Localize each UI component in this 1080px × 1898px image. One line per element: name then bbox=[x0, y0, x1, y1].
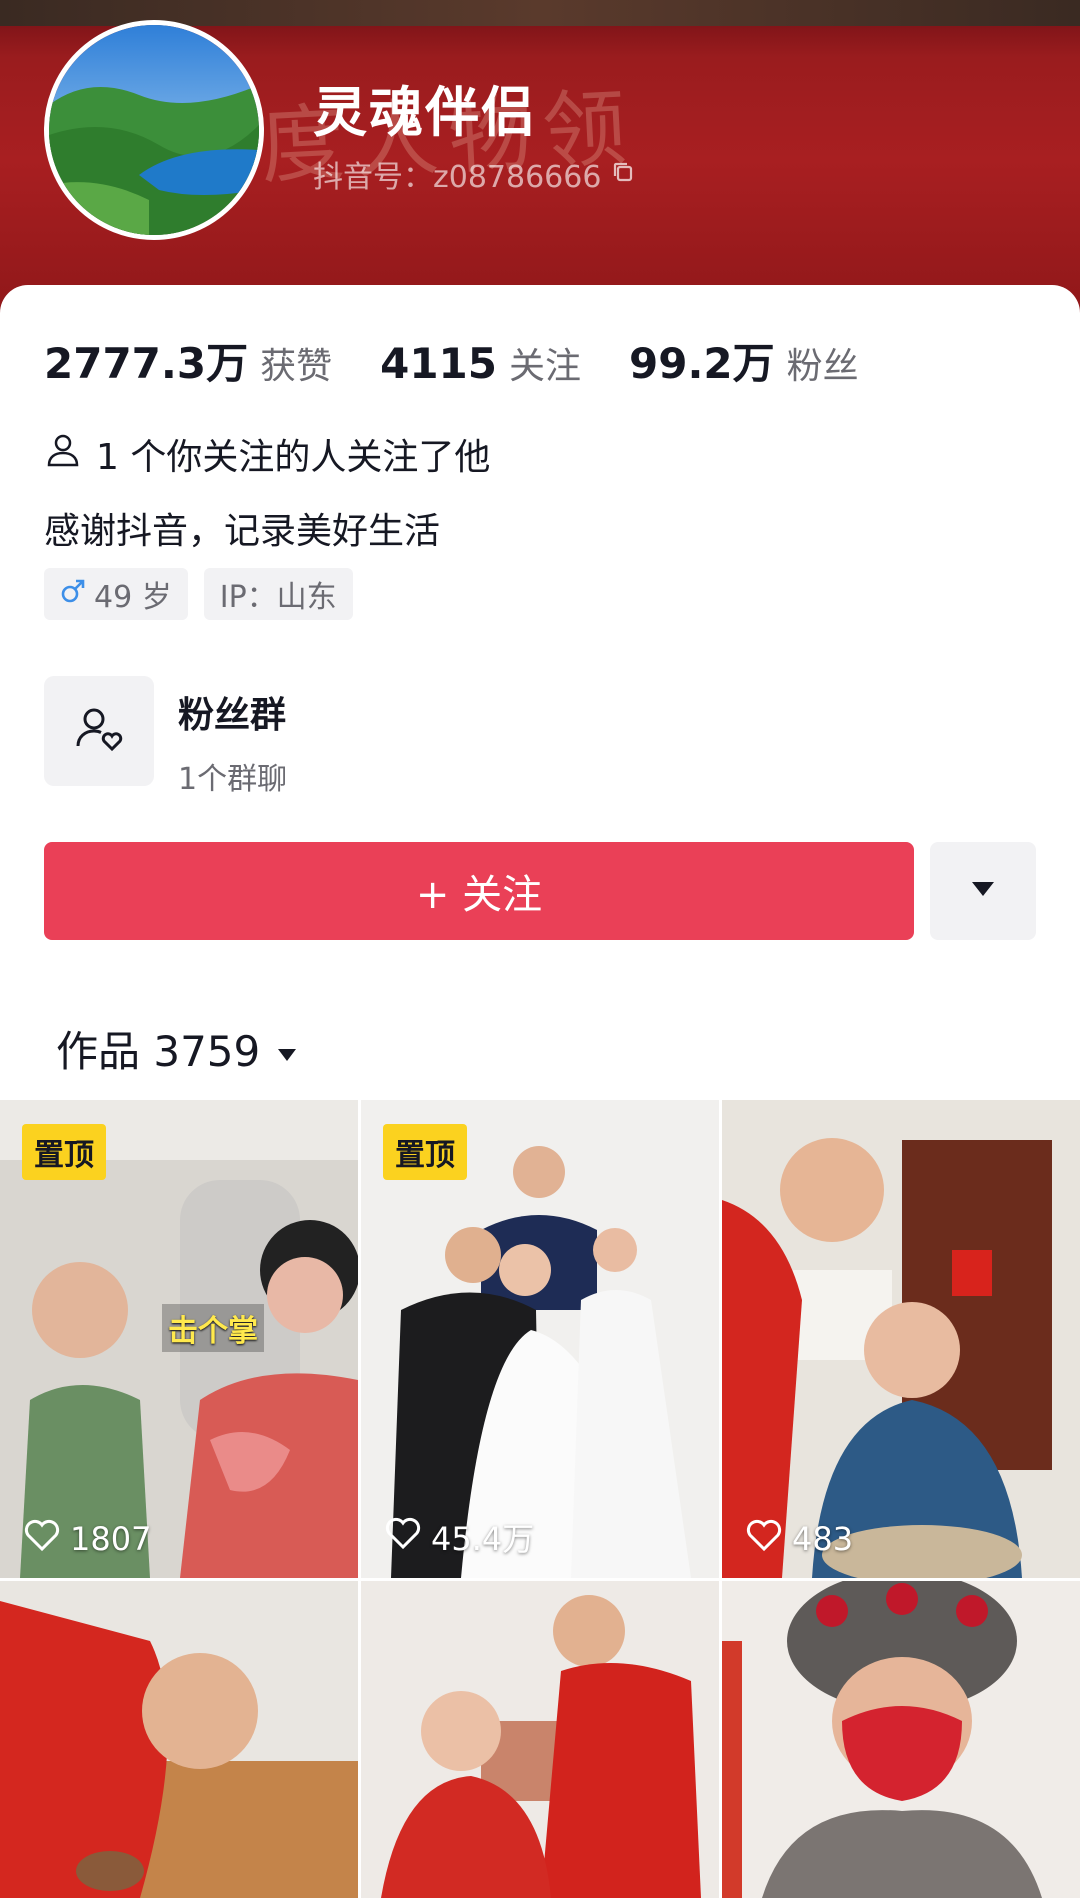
video-grid: 置顶 击个掌 1807 置顶 45.4万 483 bbox=[0, 1100, 1080, 1898]
video-likes: 1807 bbox=[24, 1518, 151, 1560]
stats-row: 2777.3万 获赞 4115 关注 99.2万 粉丝 bbox=[44, 330, 907, 391]
works-tab-label: 作品 3759 bbox=[56, 1027, 261, 1076]
heart-icon bbox=[24, 1518, 60, 1560]
following-label: 关注 bbox=[509, 346, 582, 387]
likes-count-text: 45.4万 bbox=[431, 1520, 535, 1558]
likes-count[interactable]: 2777.3万 bbox=[44, 330, 248, 391]
person-icon bbox=[44, 431, 82, 478]
video-tile[interactable] bbox=[722, 1581, 1080, 1898]
group-heart-icon bbox=[72, 702, 126, 760]
followers-count[interactable]: 99.2万 bbox=[629, 330, 775, 391]
nickname: 灵魂伴侣 bbox=[313, 81, 537, 144]
fan-group-icon-box bbox=[44, 676, 154, 786]
age-text: 49 岁 bbox=[94, 580, 172, 615]
likes-count-text: 483 bbox=[792, 1520, 854, 1558]
video-thumbnail bbox=[361, 1581, 719, 1898]
heart-icon bbox=[746, 1518, 782, 1560]
likes-label: 获赞 bbox=[260, 346, 333, 387]
fan-group-title: 粉丝群 bbox=[178, 695, 287, 736]
pinned-badge: 置顶 bbox=[22, 1124, 106, 1180]
video-thumbnail bbox=[722, 1581, 1080, 1898]
video-caption: 击个掌 bbox=[162, 1304, 264, 1352]
fan-group-subtitle: 1个群聊 bbox=[178, 762, 288, 797]
followers-label: 粉丝 bbox=[786, 346, 859, 387]
video-thumbnail bbox=[722, 1100, 1080, 1578]
video-likes: 483 bbox=[746, 1518, 853, 1560]
mutual-follow-text: 1 个你关注的人关注了他 bbox=[96, 437, 491, 478]
tab-works[interactable]: 作品 3759 bbox=[56, 1018, 298, 1079]
heart-icon bbox=[385, 1516, 421, 1558]
fan-group-entry[interactable]: 粉丝群 1个群聊 bbox=[44, 676, 287, 798]
follow-button[interactable]: + 关注 bbox=[44, 842, 914, 940]
video-tile[interactable]: 483 bbox=[722, 1100, 1080, 1578]
video-tile[interactable] bbox=[361, 1581, 719, 1898]
ip-tag: IP：山东 bbox=[203, 568, 353, 620]
age-tag: 49 岁 bbox=[44, 568, 188, 620]
likes-count-text: 1807 bbox=[70, 1520, 152, 1558]
caret-down-icon bbox=[970, 880, 996, 902]
copy-icon[interactable] bbox=[611, 157, 635, 192]
video-likes: 45.4万 bbox=[385, 1514, 534, 1560]
bio: 感谢抖音，记录美好生活 bbox=[44, 511, 441, 552]
caret-down-icon bbox=[276, 1024, 298, 1073]
ip-text: IP：山东 bbox=[219, 580, 337, 615]
video-tile[interactable] bbox=[0, 1581, 358, 1898]
pinned-badge: 置顶 bbox=[383, 1124, 467, 1180]
profile-tags: 49 岁 IP：山东 bbox=[44, 568, 353, 620]
douyin-id: 抖音号：z08786666 bbox=[313, 152, 635, 196]
more-dropdown-button[interactable] bbox=[930, 842, 1036, 940]
douyin-id-text: 抖音号：z08786666 bbox=[313, 160, 602, 195]
video-tile[interactable]: 置顶 45.4万 bbox=[361, 1100, 719, 1578]
following-count[interactable]: 4115 bbox=[380, 339, 497, 388]
male-icon bbox=[60, 577, 86, 612]
avatar[interactable] bbox=[44, 20, 264, 240]
mutual-follow-row[interactable]: 1 个你关注的人关注了他 bbox=[44, 428, 490, 480]
video-tile[interactable]: 置顶 击个掌 1807 bbox=[0, 1100, 358, 1578]
video-thumbnail bbox=[0, 1581, 358, 1898]
